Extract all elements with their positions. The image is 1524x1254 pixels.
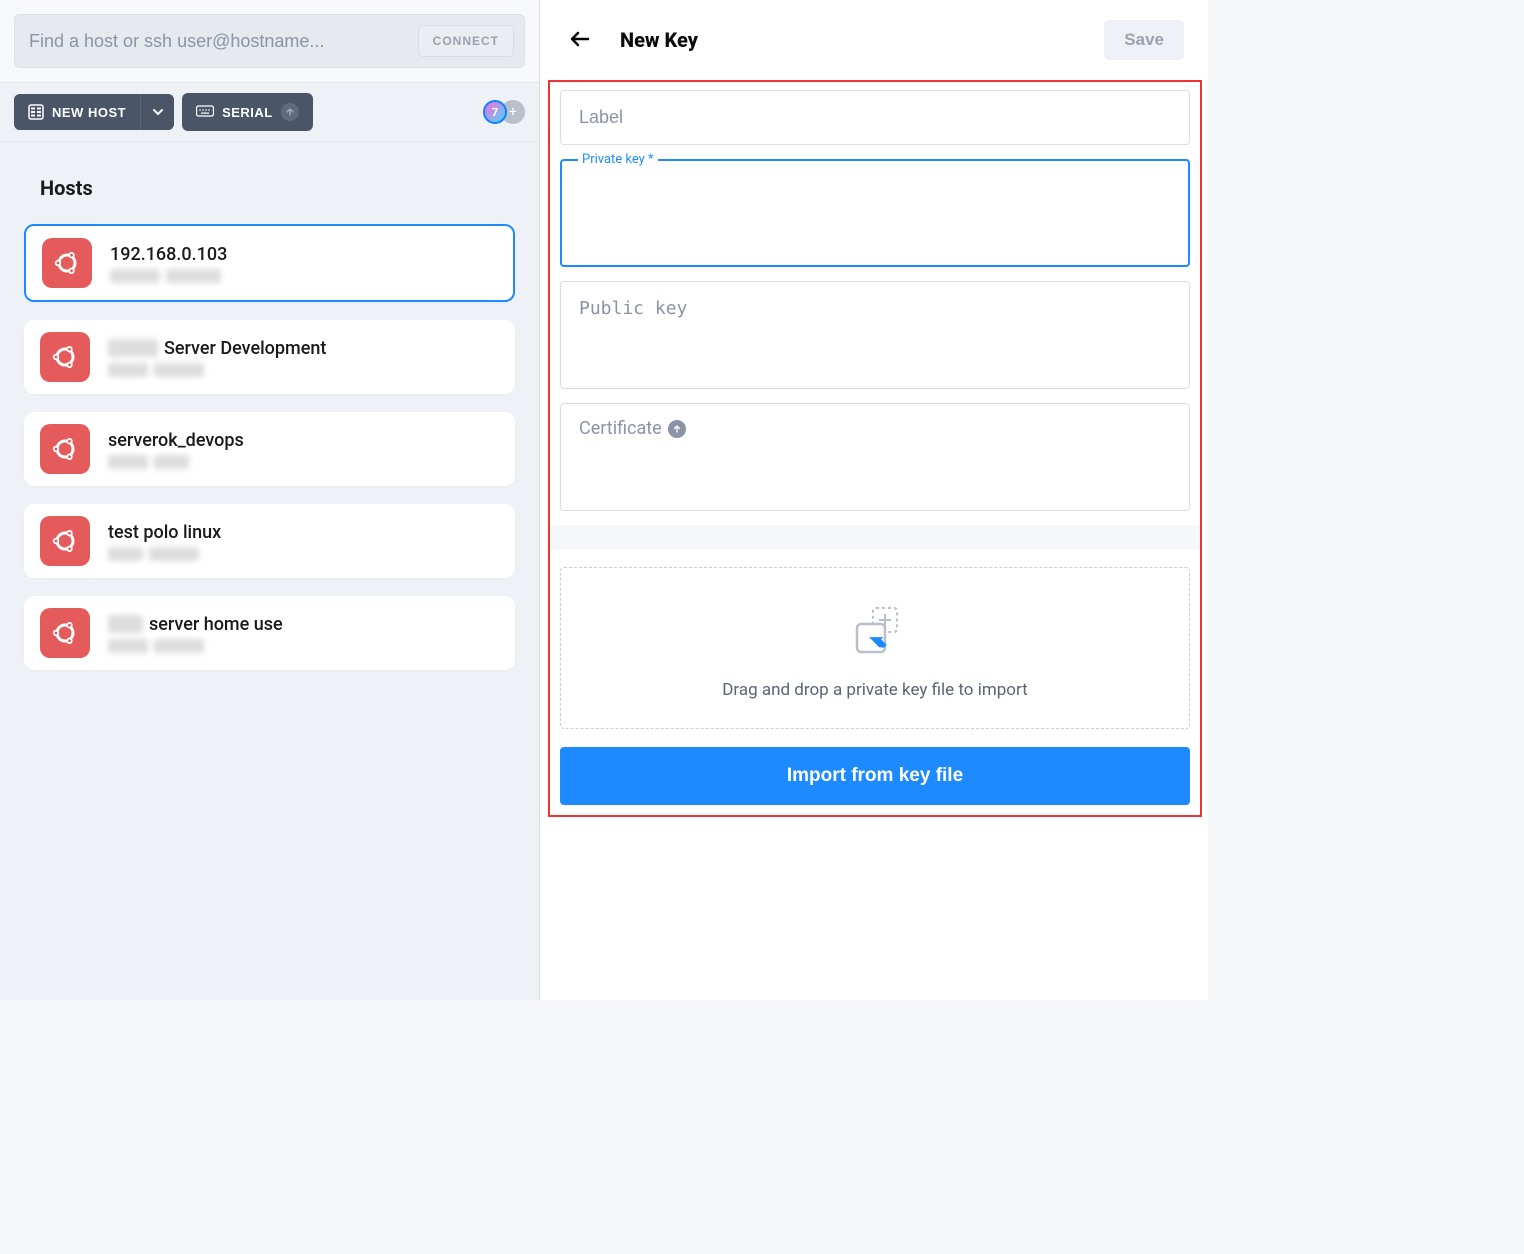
label-field-group [560, 90, 1190, 145]
host-subtitle [108, 639, 499, 653]
private-key-field-group: Private key * [560, 159, 1190, 267]
certificate-label: Certificate [579, 418, 662, 439]
host-card[interactable]: serverok_devops [24, 412, 515, 486]
host-card[interactable]: test polo linux [24, 504, 515, 578]
public-key-field-group [560, 281, 1190, 389]
new-host-dropdown[interactable] [140, 94, 174, 130]
host-card[interactable]: Server Development [24, 320, 515, 394]
host-subtitle [108, 363, 499, 377]
drop-icon [847, 602, 903, 662]
serial-label: SERIAL [222, 105, 273, 120]
host-name: serverok_devops [108, 430, 499, 451]
public-key-input[interactable] [561, 282, 1189, 388]
certificate-input[interactable] [561, 439, 1189, 499]
save-button[interactable]: Save [1104, 20, 1184, 60]
host-name: test polo linux [108, 522, 499, 543]
upload-icon[interactable] [668, 420, 686, 438]
hosts-heading: Hosts [24, 176, 515, 200]
page-title: New Key [620, 28, 1080, 52]
ubuntu-icon [40, 516, 90, 566]
keyboard-icon [196, 105, 214, 119]
search-bar: CONNECT [14, 14, 525, 68]
divider [550, 525, 1200, 549]
back-button[interactable] [564, 23, 596, 58]
new-host-label: NEW HOST [52, 105, 126, 120]
new-host-button[interactable]: NEW HOST [14, 94, 140, 130]
import-button[interactable]: Import from key file [560, 747, 1190, 805]
host-card[interactable]: 192.168.0.103 [24, 224, 515, 302]
ubuntu-icon [40, 332, 90, 382]
private-key-label: Private key * [578, 152, 658, 167]
arrow-left-icon [568, 27, 592, 51]
host-name: 192.168.0.103 [110, 244, 497, 265]
certificate-field-group: Certificate [560, 403, 1190, 511]
ubuntu-icon [40, 608, 90, 658]
search-input[interactable] [29, 31, 418, 52]
notification-badge[interactable]: 7 [483, 100, 507, 124]
host-subtitle [110, 269, 497, 283]
connect-button[interactable]: CONNECT [418, 25, 514, 57]
private-key-input[interactable] [562, 161, 1188, 265]
host-subtitle [108, 547, 499, 561]
host-name: server home use [108, 614, 499, 635]
host-card[interactable]: server home use [24, 596, 515, 670]
host-name: Server Development [108, 338, 499, 359]
label-input[interactable] [561, 91, 1189, 144]
grid-icon [28, 104, 44, 120]
drop-zone[interactable]: Drag and drop a private key file to impo… [560, 567, 1190, 729]
ubuntu-icon [42, 238, 92, 288]
host-subtitle [108, 455, 499, 469]
serial-badge-icon [281, 103, 299, 121]
ubuntu-icon [40, 424, 90, 474]
form-highlight-region: Private key * Certificate [548, 80, 1202, 817]
chevron-down-icon [152, 106, 164, 118]
serial-button[interactable]: SERIAL [182, 93, 313, 131]
new-host-group: NEW HOST [14, 94, 174, 130]
drop-zone-text: Drag and drop a private key file to impo… [571, 680, 1179, 700]
